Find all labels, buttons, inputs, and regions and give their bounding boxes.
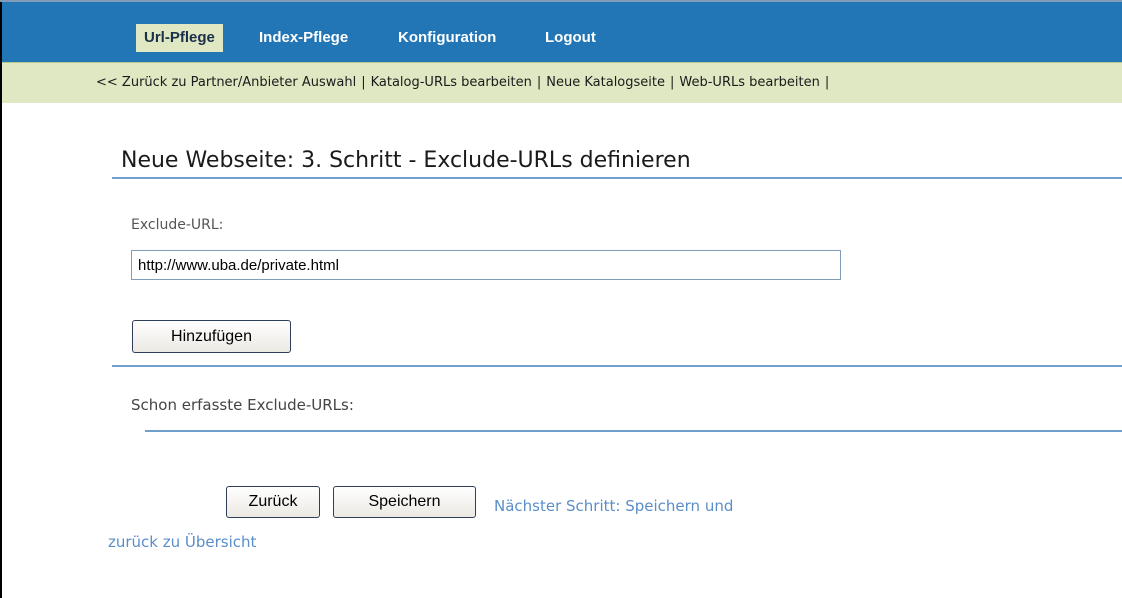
existing-exclude-urls-label: Schon erfasste Exclude-URLs: (131, 396, 354, 414)
back-button[interactable]: Zurück (226, 486, 320, 518)
existing-list-divider (145, 430, 1122, 432)
subnav-separator: | (824, 75, 830, 90)
subnav-links: << Zurück zu Partner/Anbieter Auswahl | Ka… (96, 75, 834, 90)
subnav-link-web-urls[interactable]: Web-URLs bearbeiten (679, 75, 820, 90)
nav-item-konfiguration[interactable]: Konfiguration (398, 24, 496, 52)
nav-item-index-pflege[interactable]: Index-Pflege (259, 24, 348, 52)
nav-item-url-pflege[interactable]: Url-Pflege (136, 24, 223, 52)
title-divider (112, 177, 1122, 179)
add-button[interactable]: Hinzufügen (132, 320, 291, 353)
exclude-url-input[interactable] (131, 250, 841, 280)
section-divider (112, 365, 1122, 367)
nav-item-logout[interactable]: Logout (545, 24, 596, 52)
subnav-link-neue-katalogseite[interactable]: Neue Katalogseite (546, 75, 665, 90)
subnav-separator: | (536, 75, 542, 90)
save-button[interactable]: Speichern (333, 486, 476, 518)
top-navigation-bar: Url-Pflege Index-Pflege Konfiguration Lo… (2, 2, 1122, 62)
subnav-separator: | (670, 75, 675, 90)
next-step-link-continued[interactable]: zurück zu Übersicht (108, 533, 256, 551)
subnav-link-katalog-urls[interactable]: Katalog-URLs bearbeiten (371, 75, 532, 90)
page-title: Neue Webseite: 3. Schritt - Exclude-URLs… (121, 148, 691, 173)
subnav-link-back-to-partner[interactable]: << Zurück zu Partner/Anbieter Auswahl (96, 75, 356, 90)
sub-navigation-bar: << Zurück zu Partner/Anbieter Auswahl | Ka… (2, 62, 1122, 103)
next-step-link[interactable]: Nächster Schritt: Speichern und (494, 497, 733, 515)
exclude-url-label: Exclude-URL: (131, 217, 224, 233)
subnav-separator: | (361, 75, 366, 90)
